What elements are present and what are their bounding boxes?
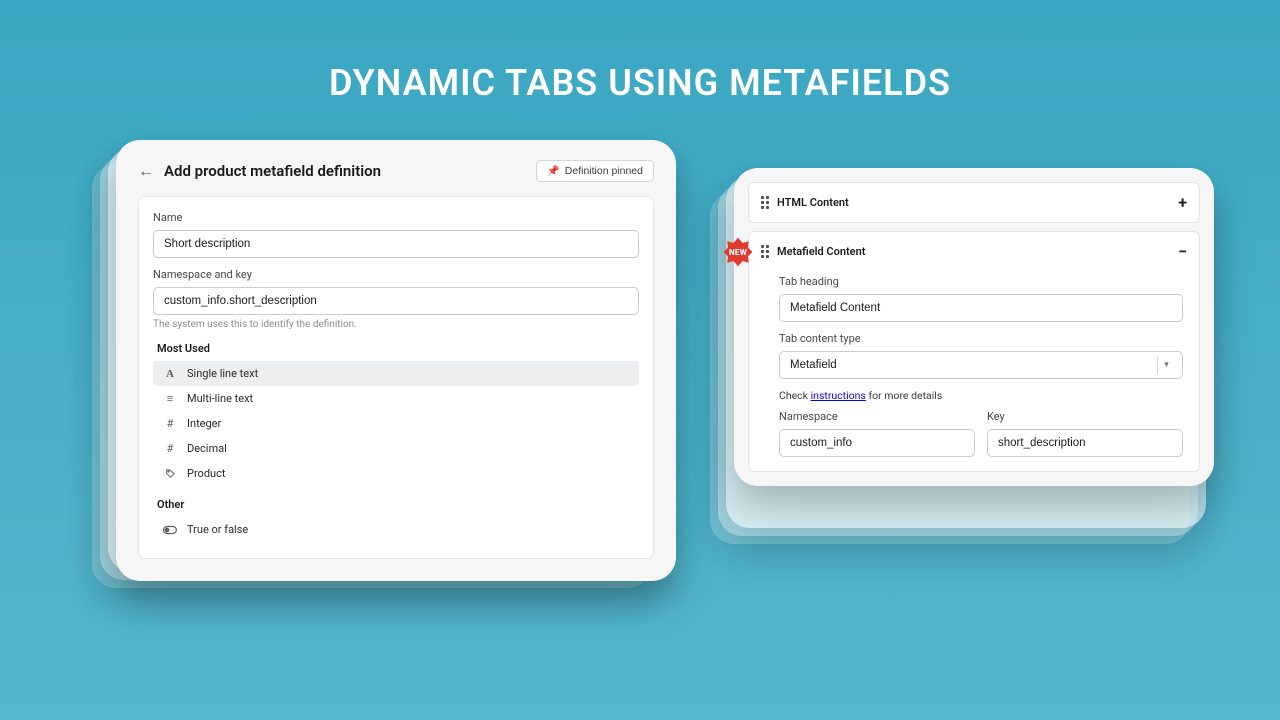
type-label: Product — [187, 467, 225, 480]
collapse-icon[interactable]: − — [1178, 242, 1187, 261]
drag-handle-icon[interactable] — [761, 196, 769, 209]
pin-icon: 📌 — [547, 166, 559, 177]
definition-form-panel: Name Namespace and key The system uses t… — [138, 196, 654, 559]
block-title: Metafield Content — [777, 245, 865, 258]
new-badge: NEW — [720, 234, 756, 270]
type-label: True or false — [187, 523, 248, 536]
tab-heading-input[interactable] — [779, 294, 1183, 322]
type-option-integer[interactable]: # Integer — [153, 411, 639, 436]
type-option-multi-line[interactable]: ≡ Multi-line text — [153, 386, 639, 411]
type-option-boolean[interactable]: True or false — [153, 517, 639, 542]
name-input[interactable] — [153, 230, 639, 258]
type-label: Decimal — [187, 442, 227, 455]
toggle-icon — [163, 525, 177, 535]
metafield-definition-card: ← Add product metafield definition 📌 Def… — [116, 140, 676, 581]
type-label: Integer — [187, 417, 221, 430]
html-content-block[interactable]: HTML Content + — [748, 182, 1200, 223]
key-label: Key — [987, 410, 1183, 423]
namespace-input[interactable] — [779, 429, 975, 457]
page-title: Add product metafield definition — [164, 162, 381, 180]
left-card-stack: ← Add product metafield definition 📌 Def… — [116, 140, 676, 564]
metafield-block-header[interactable]: Metafield Content − — [761, 242, 1187, 261]
tab-content-type-select[interactable] — [779, 351, 1183, 379]
definition-pinned-button[interactable]: 📌 Definition pinned — [536, 160, 654, 182]
block-title: HTML Content — [777, 196, 849, 209]
type-option-product[interactable]: Product — [153, 461, 639, 486]
key-input[interactable] — [987, 429, 1183, 457]
hash-icon: # — [163, 417, 177, 430]
group-most-used: Most Used — [157, 342, 639, 355]
instructions-link[interactable]: instructions — [811, 389, 866, 402]
tab-content-type-label: Tab content type — [779, 332, 1183, 345]
right-card-stack: NEW HTML Content + — [734, 168, 1214, 520]
back-arrow-icon[interactable]: ← — [138, 161, 154, 181]
theme-settings-card: NEW HTML Content + — [734, 168, 1214, 486]
expand-icon[interactable]: + — [1178, 193, 1187, 212]
namespace-key-help: The system uses this to identify the def… — [153, 319, 639, 330]
namespace-key-input[interactable] — [153, 287, 639, 315]
chevron-down-icon[interactable]: ▾ — [1157, 356, 1175, 374]
type-label: Single line text — [187, 367, 258, 380]
instructions-hint: Check instructions for more details — [779, 389, 1183, 402]
multiline-icon: ≡ — [163, 392, 177, 405]
type-option-decimal[interactable]: # Decimal — [153, 436, 639, 461]
namespace-key-label: Namespace and key — [153, 268, 639, 281]
hero-title: DYNAMIC TABS USING METAFIELDS — [0, 0, 1280, 104]
name-label: Name — [153, 211, 639, 224]
tab-heading-label: Tab heading — [779, 275, 1183, 288]
text-icon: A — [163, 368, 177, 380]
drag-handle-icon[interactable] — [761, 245, 769, 258]
new-badge-text: NEW — [720, 234, 756, 270]
tag-icon — [163, 468, 177, 479]
type-option-single-line[interactable]: A Single line text — [153, 361, 639, 386]
hash-icon: # — [163, 442, 177, 455]
namespace-label: Namespace — [779, 410, 975, 423]
type-label: Multi-line text — [187, 392, 253, 405]
pin-button-label: Definition pinned — [565, 165, 643, 177]
metafield-content-block: Metafield Content − Tab heading Tab cont… — [748, 231, 1200, 472]
group-other: Other — [157, 498, 639, 511]
